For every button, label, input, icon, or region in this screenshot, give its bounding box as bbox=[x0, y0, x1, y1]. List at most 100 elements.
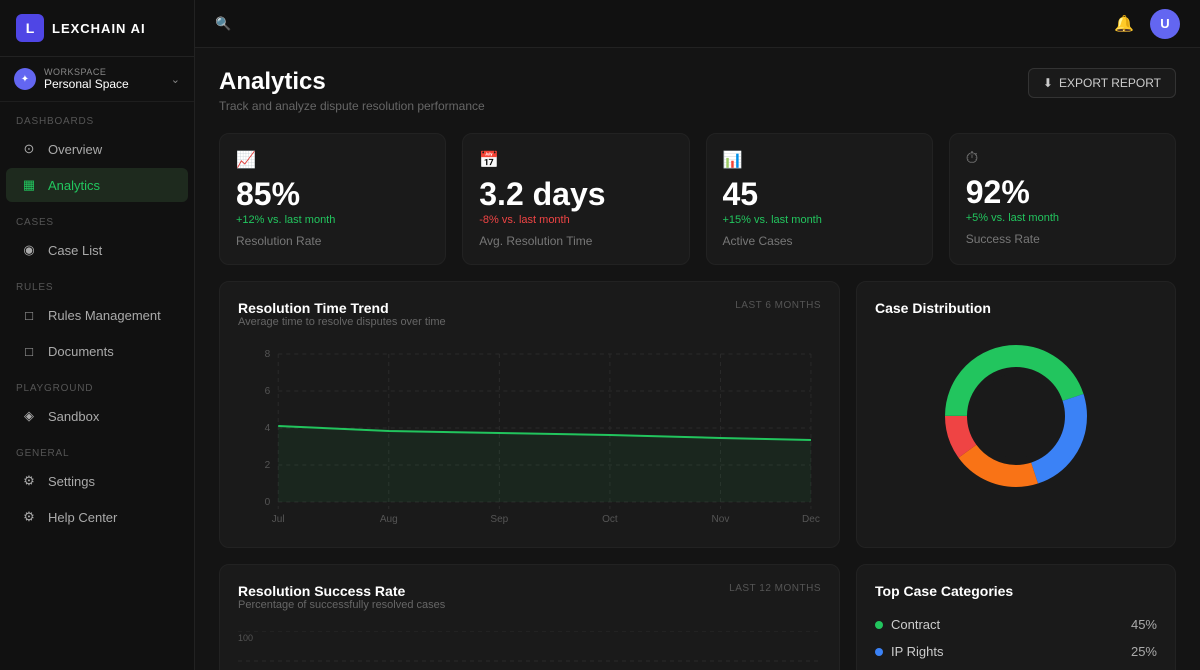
top-categories-card: Top Case Categories Contract 45% IP Righ… bbox=[856, 564, 1176, 670]
main-area: 🔍 🔔 U Analytics Track and analyze disput… bbox=[195, 0, 1200, 670]
kpi-value: 3.2 days bbox=[479, 178, 672, 210]
category-label: Contract bbox=[891, 617, 940, 632]
case-distribution-card: Case Distribution bbox=[856, 281, 1176, 548]
calendar-icon: 📅 bbox=[479, 150, 672, 170]
kpi-value: 85% bbox=[236, 178, 429, 210]
resolution-rate-icon: 📈 bbox=[236, 150, 429, 170]
topbar: 🔍 🔔 U bbox=[195, 0, 1200, 48]
ip-rights-dot bbox=[875, 648, 883, 656]
download-icon: ⬇ bbox=[1043, 76, 1053, 90]
sidebar-item-label: Help Center bbox=[48, 510, 117, 525]
topbar-right: 🔔 U bbox=[1110, 9, 1180, 39]
chevron-down-icon: ⌄ bbox=[171, 73, 180, 86]
logo-text: LEXCHAIN AI bbox=[52, 21, 146, 36]
section-label-rules: Rules bbox=[0, 268, 194, 297]
svg-text:Dec: Dec bbox=[802, 514, 820, 525]
analytics-icon: ▦ bbox=[20, 176, 38, 194]
search-box[interactable]: 🔍 bbox=[215, 16, 231, 32]
page-header: Analytics Track and analyze dispute reso… bbox=[219, 68, 1176, 113]
success-rate-chart-svg: 100 bbox=[238, 631, 821, 670]
chart-period: LAST 6 MONTHS bbox=[735, 300, 821, 311]
contract-dot bbox=[875, 621, 883, 629]
svg-text:Nov: Nov bbox=[712, 514, 730, 525]
kpi-change: +15% vs. last month bbox=[723, 214, 916, 226]
svg-text:8: 8 bbox=[265, 349, 271, 360]
sidebar: L LEXCHAIN AI ✦ Workspace Personal Space… bbox=[0, 0, 195, 670]
sidebar-item-label: Case List bbox=[48, 243, 102, 258]
top-categories-title: Top Case Categories bbox=[875, 583, 1157, 599]
workspace-selector[interactable]: ✦ Workspace Personal Space ⌄ bbox=[0, 57, 194, 102]
chart-title: Resolution Time Trend bbox=[238, 300, 446, 316]
svg-text:6: 6 bbox=[265, 386, 271, 397]
kpi-card-active-cases: 📊 45 +15% vs. last month Active Cases bbox=[706, 133, 933, 265]
sidebar-item-label: Documents bbox=[48, 344, 114, 359]
kpi-change: -8% vs. last month bbox=[479, 214, 672, 226]
kpi-card-resolution-rate: 📈 85% +12% vs. last month Resolution Rat… bbox=[219, 133, 446, 265]
kpi-card-success-rate: ⏱ 92% +5% vs. last month Success Rate bbox=[949, 133, 1176, 265]
sidebar-item-label: Sandbox bbox=[48, 409, 99, 424]
documents-icon: □ bbox=[20, 342, 38, 360]
svg-text:100: 100 bbox=[238, 633, 253, 643]
donut-chart-wrap bbox=[875, 326, 1157, 506]
svg-text:0: 0 bbox=[265, 497, 271, 508]
category-label: IP Rights bbox=[891, 644, 944, 659]
categories-list: Contract 45% IP Rights 25% bbox=[875, 611, 1157, 665]
sidebar-item-analytics[interactable]: ▦ Analytics bbox=[6, 168, 188, 202]
charts-row-1: Resolution Time Trend Average time to re… bbox=[219, 281, 1176, 548]
rules-icon: □ bbox=[20, 306, 38, 324]
section-label-dashboards: Dashboards bbox=[0, 102, 194, 131]
page-content: Analytics Track and analyze dispute reso… bbox=[195, 48, 1200, 670]
sidebar-item-case-list[interactable]: ◉ Case List bbox=[6, 233, 188, 267]
avatar[interactable]: U bbox=[1150, 9, 1180, 39]
svg-text:4: 4 bbox=[265, 423, 271, 434]
sidebar-item-documents[interactable]: □ Documents bbox=[6, 334, 188, 368]
chart-title: Resolution Success Rate bbox=[238, 583, 445, 599]
kpi-row: 📈 85% +12% vs. last month Resolution Rat… bbox=[219, 133, 1176, 265]
sidebar-item-label: Overview bbox=[48, 142, 102, 157]
kpi-card-avg-resolution-time: 📅 3.2 days -8% vs. last month Avg. Resol… bbox=[462, 133, 689, 265]
kpi-label: Resolution Rate bbox=[236, 234, 429, 248]
category-pct: 25% bbox=[1131, 644, 1157, 659]
workspace-name: Personal Space bbox=[44, 77, 129, 91]
kpi-label: Avg. Resolution Time bbox=[479, 234, 672, 248]
sidebar-item-label: Rules Management bbox=[48, 308, 161, 323]
logo-area: L LEXCHAIN AI bbox=[0, 0, 194, 57]
sidebar-item-label: Analytics bbox=[48, 178, 100, 193]
resolution-success-card: Resolution Success Rate Percentage of su… bbox=[219, 564, 840, 670]
search-icon: 🔍 bbox=[215, 16, 231, 32]
workspace-section-label: Workspace bbox=[44, 67, 129, 77]
kpi-label: Success Rate bbox=[966, 232, 1159, 246]
sidebar-item-help-center[interactable]: ⚙ Help Center bbox=[6, 500, 188, 534]
section-label-playground: Playground bbox=[0, 369, 194, 398]
kpi-value: 45 bbox=[723, 178, 916, 210]
kpi-label: Active Cases bbox=[723, 234, 916, 248]
chart-subtitle: Average time to resolve disputes over ti… bbox=[238, 316, 446, 328]
svg-text:2: 2 bbox=[265, 460, 271, 471]
kpi-change: +5% vs. last month bbox=[966, 212, 1159, 224]
category-item-ip-rights: IP Rights 25% bbox=[875, 638, 1157, 665]
sidebar-item-overview[interactable]: ⊙ Overview bbox=[6, 132, 188, 166]
section-label-cases: Cases bbox=[0, 203, 194, 232]
resolution-trend-card: Resolution Time Trend Average time to re… bbox=[219, 281, 840, 548]
donut-chart-svg bbox=[936, 336, 1096, 496]
category-pct: 45% bbox=[1131, 617, 1157, 632]
svg-text:Jul: Jul bbox=[272, 514, 285, 525]
clock-icon: ⏱ bbox=[966, 150, 1159, 168]
case-list-icon: ◉ bbox=[20, 241, 38, 259]
sandbox-icon: ◈ bbox=[20, 407, 38, 425]
logo-icon: L bbox=[16, 14, 44, 42]
sidebar-item-rules-management[interactable]: □ Rules Management bbox=[6, 298, 188, 332]
bar-chart-icon: 📊 bbox=[723, 150, 916, 170]
svg-text:Aug: Aug bbox=[380, 514, 398, 525]
page-subtitle: Track and analyze dispute resolution per… bbox=[219, 99, 485, 113]
chart-subtitle: Percentage of successfully resolved case… bbox=[238, 599, 445, 611]
settings-icon: ⚙ bbox=[20, 472, 38, 490]
sidebar-item-sandbox[interactable]: ◈ Sandbox bbox=[6, 399, 188, 433]
line-chart-wrap: 8 6 4 2 0 Jul Aug Sep Oct Nov Dec bbox=[238, 344, 821, 529]
sidebar-item-settings[interactable]: ⚙ Settings bbox=[6, 464, 188, 498]
section-label-general: General bbox=[0, 434, 194, 463]
notification-icon[interactable]: 🔔 bbox=[1110, 10, 1138, 38]
export-report-button[interactable]: ⬇ EXPORT REPORT bbox=[1028, 68, 1176, 98]
chart-period: LAST 12 MONTHS bbox=[729, 583, 821, 594]
export-label: EXPORT REPORT bbox=[1059, 76, 1161, 90]
